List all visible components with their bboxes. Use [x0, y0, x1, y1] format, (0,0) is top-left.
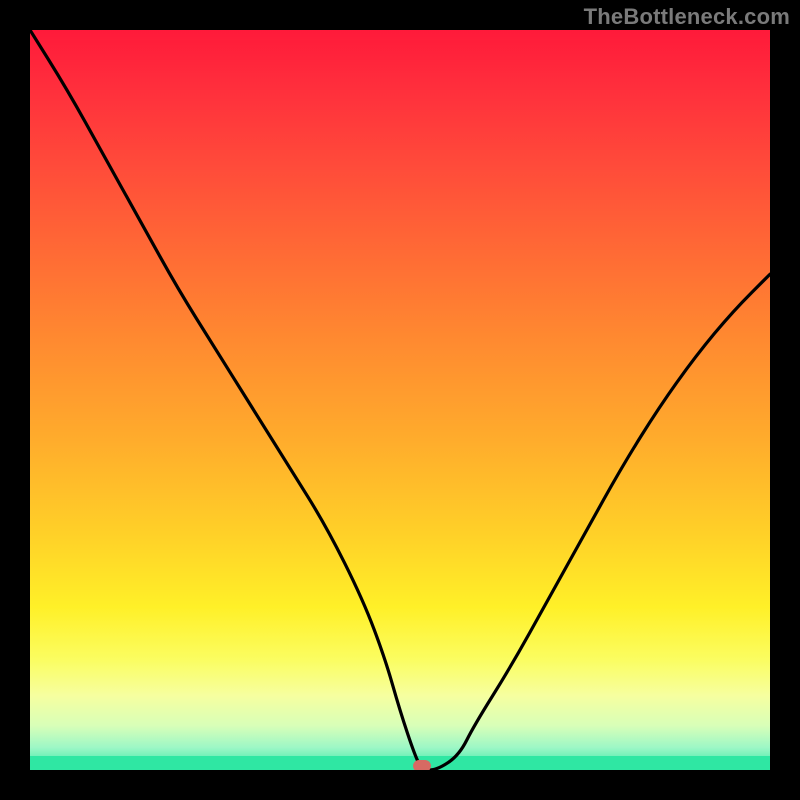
optimal-point-marker — [413, 760, 431, 770]
watermark-text: TheBottleneck.com — [584, 4, 790, 30]
plot-area — [30, 30, 770, 770]
bottleneck-curve — [30, 30, 770, 770]
chart-frame: TheBottleneck.com — [0, 0, 800, 800]
curve-path — [30, 30, 770, 770]
